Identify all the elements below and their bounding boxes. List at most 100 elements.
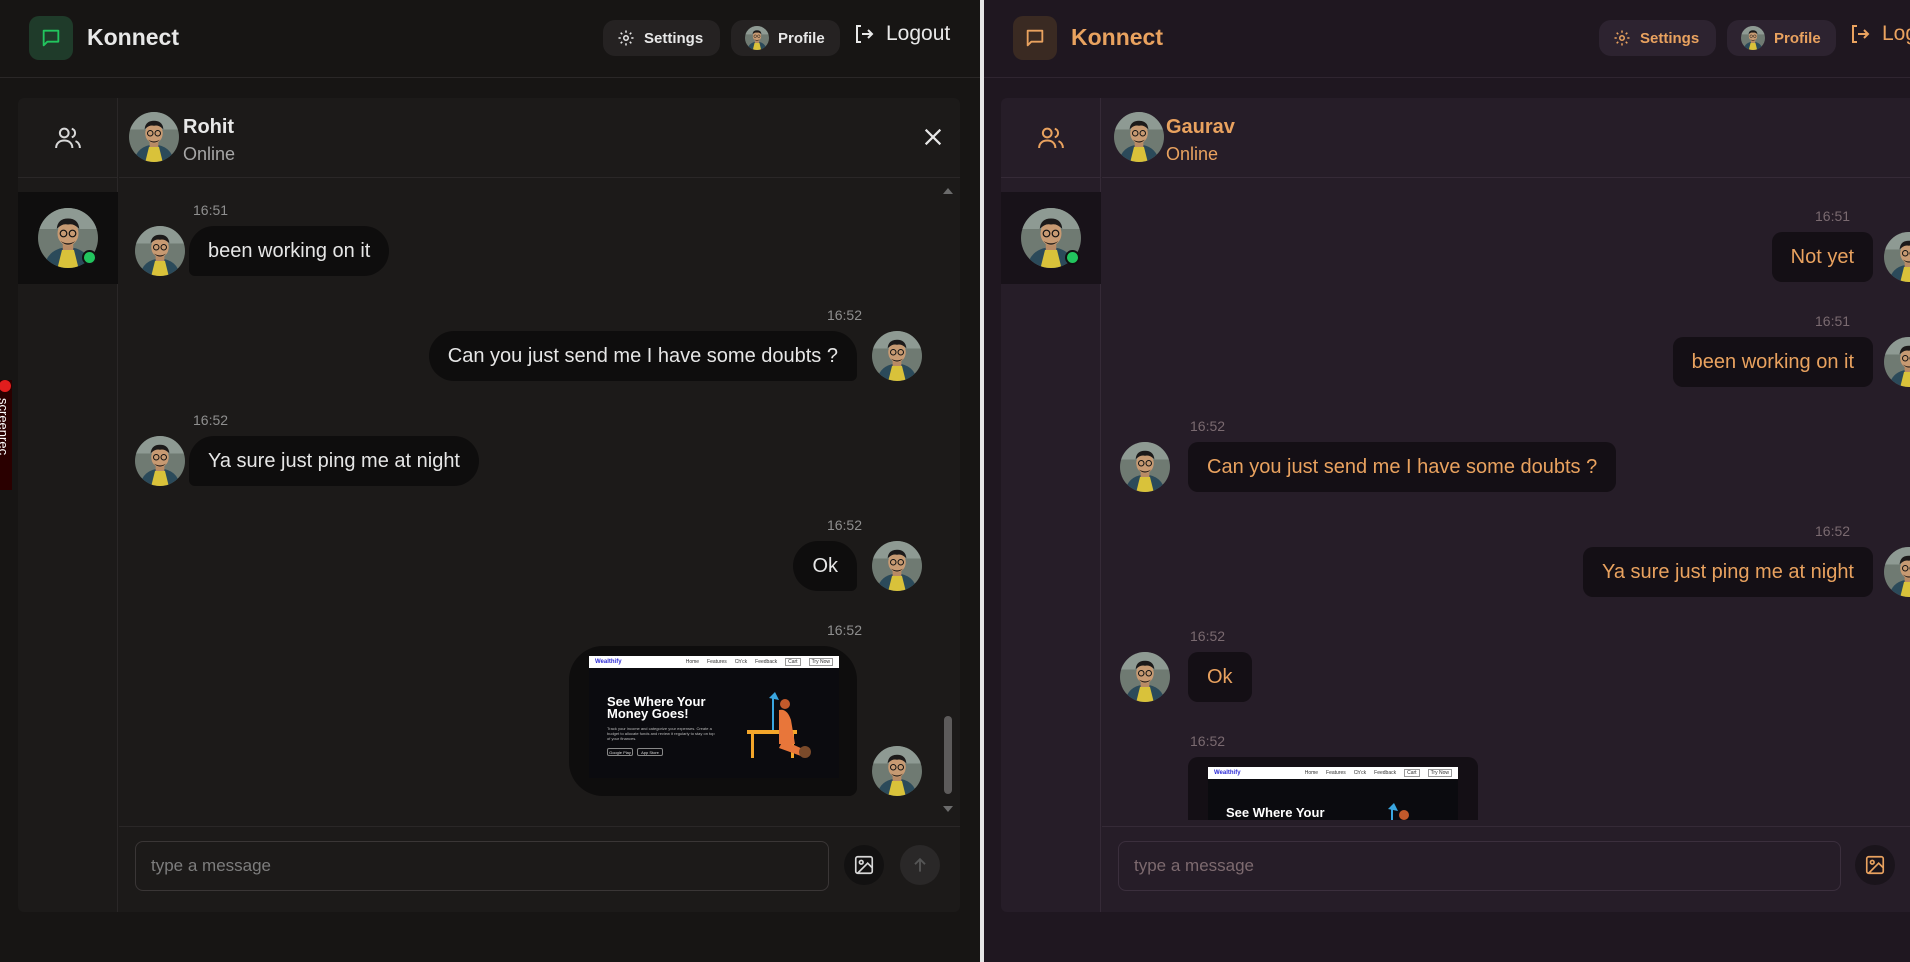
gear-icon [1614,30,1630,46]
profile-label: Profile [1774,29,1821,47]
chat-avatar [1114,112,1164,162]
screenrec-indicator: screenrec [0,380,12,490]
brand-name[interactable]: Konnect [1071,24,1163,51]
screenrec-label: screenrec [0,398,11,456]
chat-avatar [129,112,179,162]
brand-name[interactable]: Konnect [87,24,179,51]
chat-contact-status: Online [183,144,236,164]
google-play-badge: Google Play [607,748,633,756]
settings-button[interactable]: Settings [1599,20,1716,56]
message-avatar [872,746,922,796]
contacts-header [18,98,118,178]
message-avatar [1884,232,1910,282]
message-avatar [1884,547,1910,597]
message-bubble: Ok [1188,652,1252,702]
message-time: 16:51 [1815,208,1851,224]
logo-chat-icon[interactable] [29,16,73,60]
chat-header: Rohit Online [119,98,960,178]
site-nav: Wealthify Home Features Ch'ck Feedback C… [589,656,839,668]
site-nav-item: Try Now [808,658,833,666]
contact-item-gaurav[interactable] [1001,192,1101,284]
site-nav-item: Home [1304,770,1319,776]
app-store-badge: App Store [637,748,663,756]
site-headline: See Where Your Money Goes! [1226,805,1325,820]
left-window: Konnect Settings Profile Logout screenre… [0,0,980,962]
logout-label: Logout [1882,22,1910,45]
shared-screenshot: Wealthify Home Features Ch'ck Feedback C… [589,656,839,778]
profile-label: Profile [778,29,825,47]
gear-icon [618,30,634,46]
message-time: 16:51 [1815,313,1851,329]
site-nav-item: Ch'ck [1353,770,1367,776]
message-bubble: Not yet [1771,232,1873,282]
users-icon[interactable] [53,123,83,153]
message-bubble: been working on it [189,226,390,276]
shared-screenshot: Wealthify Home Features Ch'ck Feedback C… [1208,767,1458,820]
site-nav-item: Home [685,659,700,665]
settings-label: Settings [1640,29,1700,47]
message-bubble: been working on it [1672,337,1873,387]
message-time: 16:52 [826,517,862,533]
site-headline: See Where Your Money Goes! [607,694,706,721]
site-illustration [747,692,811,758]
right-window: Konnect Settings Profile Logout Gaurav [984,0,1910,962]
image-icon [854,855,874,875]
message-input[interactable] [135,841,829,891]
message-scrollbar[interactable] [942,188,954,812]
settings-button[interactable]: Settings [603,20,720,56]
message-time: 16:52 [193,412,229,428]
logout-icon [1852,25,1870,43]
site-nav-item: Ch'ck [734,659,748,665]
online-indicator [1065,250,1080,265]
message-composer [1102,826,1910,912]
logout-icon [856,25,874,43]
chat-container: Gaurav Online 16:51 Not yet 16:51 been w… [1001,98,1910,912]
message-input[interactable] [1118,841,1841,891]
site-illustration [1388,803,1409,820]
logout-button[interactable]: Logout [1848,22,1910,46]
profile-button[interactable]: Profile [1727,20,1836,56]
site-logo: Wealthify [595,659,622,665]
image-message[interactable]: Wealthify Home Features Ch'ck Feedback C… [1188,757,1478,820]
contacts-header [1001,98,1101,178]
online-indicator [82,250,97,265]
image-message[interactable]: Wealthify Home Features Ch'ck Feedback C… [569,646,857,796]
logout-label: Logout [886,22,951,45]
profile-button[interactable]: Profile [731,20,840,56]
message-composer [119,826,960,912]
message-list[interactable]: 16:51 been working on it 16:52 Can you j… [119,180,960,820]
message-time: 16:52 [1190,418,1226,434]
close-icon[interactable] [922,126,944,148]
message-time: 16:52 [826,622,862,638]
message-time: 16:52 [1815,523,1851,539]
message-avatar [872,541,922,591]
message-time: 16:52 [826,307,862,323]
chat-header: Gaurav Online [1102,98,1910,178]
site-nav-item: Feedback [1374,770,1397,776]
chat-contact-name: Rohit [183,116,235,138]
contact-item-rohit[interactable] [18,192,118,284]
message-list[interactable]: 16:51 Not yet 16:51 been working on it 1… [1102,180,1910,820]
message-avatar [135,436,185,486]
message-bubble: Ya sure just ping me at night [1583,547,1873,597]
logo-chat-icon[interactable] [1013,16,1057,60]
logout-button[interactable]: Logout [852,22,950,46]
arrow-up-icon [914,857,926,872]
scroll-up-arrow[interactable] [943,188,953,194]
attach-image-button[interactable] [1855,845,1895,885]
message-avatar [872,331,922,381]
site-logo: Wealthify [1214,770,1241,776]
message-bubble: Can you just send me I have some doubts … [428,331,857,381]
site-nav: Wealthify Home Features Ch'ck Feedback C… [1208,767,1458,779]
top-nav: Konnect Settings Profile Logout [984,0,1910,78]
message-avatar [1884,337,1910,387]
chat-container: Rohit Online 16:51 been working on it 16… [18,98,960,912]
message-avatar [135,226,185,276]
chat-contact-name: Gaurav [1166,116,1235,138]
users-icon[interactable] [1036,123,1066,153]
scroll-down-arrow[interactable] [943,806,953,812]
top-nav: Konnect Settings Profile Logout [0,0,980,78]
send-button[interactable] [900,845,940,885]
scroll-thumb[interactable] [944,716,952,794]
attach-image-button[interactable] [844,845,884,885]
